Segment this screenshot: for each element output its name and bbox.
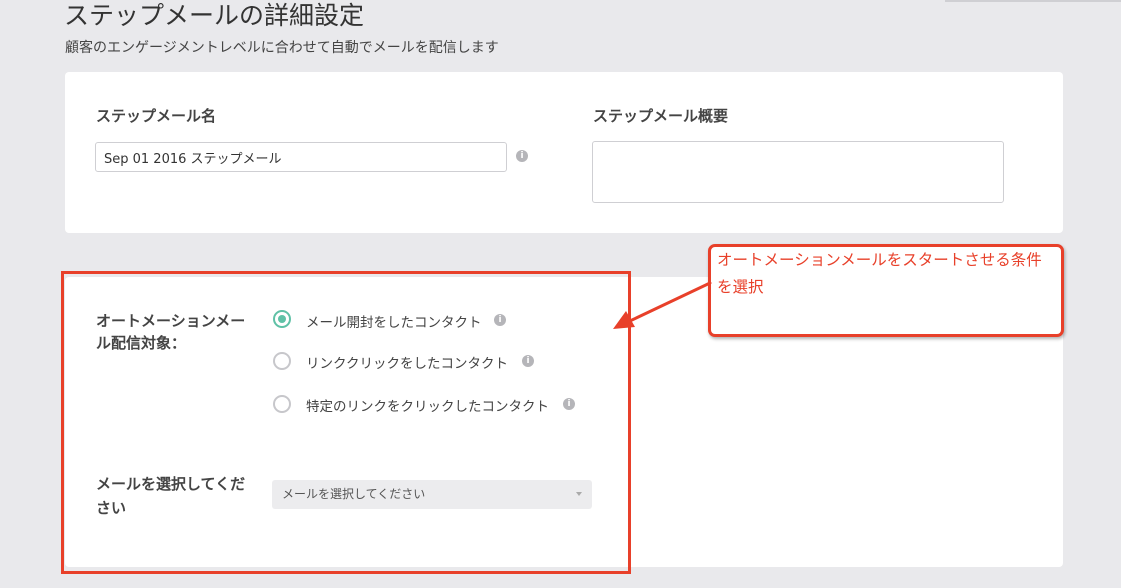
annotation-arrow-icon <box>613 281 712 329</box>
